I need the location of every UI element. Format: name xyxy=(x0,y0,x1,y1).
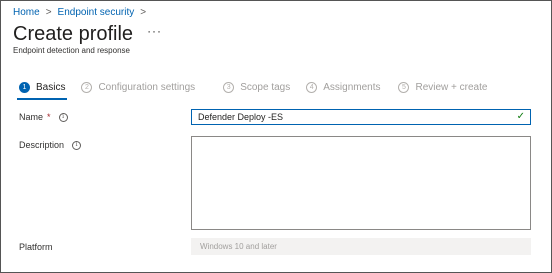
platform-field: Windows 10 and later xyxy=(191,238,531,255)
name-label: Name xyxy=(19,112,44,122)
breadcrumb: Home > Endpoint security > xyxy=(13,7,146,18)
platform-label-group: Platform xyxy=(19,242,53,252)
name-label-group: Name * i xyxy=(19,112,68,122)
description-field[interactable] xyxy=(191,136,531,230)
info-icon[interactable]: i xyxy=(72,140,82,150)
step-label: Scope tags xyxy=(240,82,291,93)
chevron-right-icon: > xyxy=(45,7,52,18)
step-label: Basics xyxy=(36,82,66,93)
title-row: Create profile ··· xyxy=(13,23,162,46)
tab-configuration-settings[interactable]: 2 Configuration settings xyxy=(81,82,195,93)
chevron-right-icon: > xyxy=(140,7,147,18)
step-label: Review + create xyxy=(415,82,488,93)
tab-basics[interactable]: 1 Basics xyxy=(16,82,68,100)
tab-assignments[interactable]: 4 Assignments xyxy=(306,82,380,93)
more-options-icon[interactable]: ··· xyxy=(147,24,162,38)
step-label: Configuration settings xyxy=(98,82,196,93)
required-marker: * xyxy=(47,112,51,122)
description-label-group: Description i xyxy=(19,140,82,150)
tab-review-create[interactable]: 5 Review + create xyxy=(398,82,487,93)
description-label: Description xyxy=(19,140,65,150)
page-title: Create profile xyxy=(13,23,134,45)
breadcrumb-endpoint-security[interactable]: Endpoint security xyxy=(58,7,135,18)
platform-label: Platform xyxy=(19,242,53,252)
name-input-value: Defender Deploy -ES xyxy=(198,112,284,122)
info-icon[interactable]: i xyxy=(58,112,68,122)
tab-scope-tags[interactable]: 3 Scope tags xyxy=(223,82,290,93)
page-subtitle: Endpoint detection and response xyxy=(13,46,130,55)
step-number-icon: 3 xyxy=(223,82,235,93)
breadcrumb-home[interactable]: Home xyxy=(13,7,40,18)
step-number-icon: 5 xyxy=(398,82,410,93)
wizard-steps: 1 Basics 2 Configuration settings 3 Scop… xyxy=(16,82,487,100)
platform-value: Windows 10 and later xyxy=(200,242,277,251)
name-input[interactable]: Defender Deploy -ES ✓ xyxy=(191,109,531,125)
window-frame: Home > Endpoint security > Create profil… xyxy=(0,0,552,273)
step-number-icon: 4 xyxy=(306,82,318,93)
step-number-icon: 2 xyxy=(81,82,93,93)
step-label: Assignments xyxy=(323,82,381,93)
checkmark-icon: ✓ xyxy=(516,111,525,122)
step-number-icon: 1 xyxy=(19,82,30,93)
